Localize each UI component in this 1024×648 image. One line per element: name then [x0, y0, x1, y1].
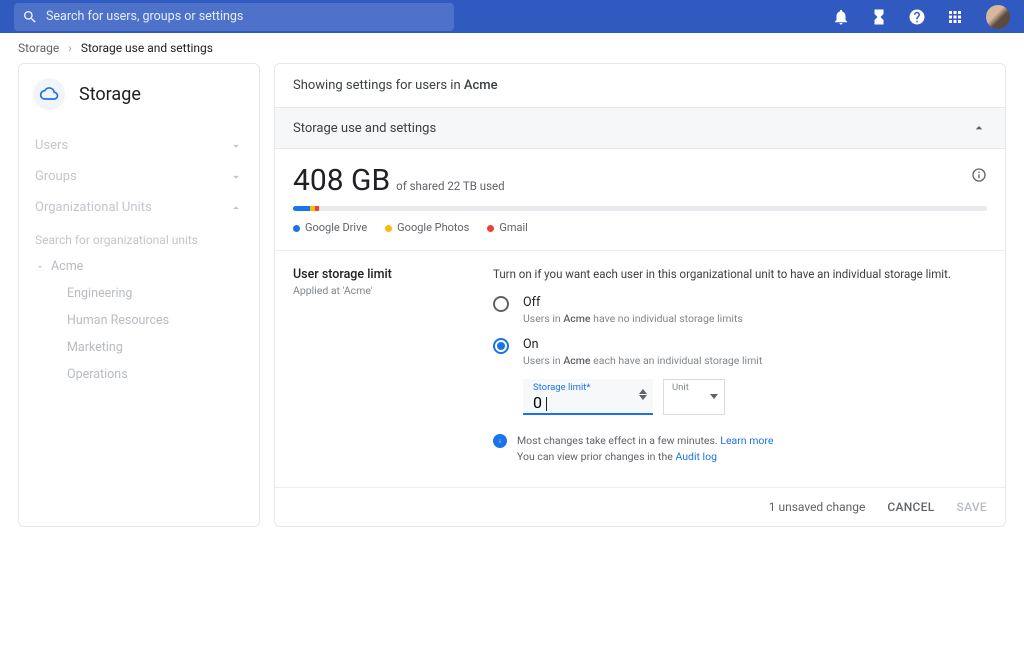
section-header[interactable]: Storage use and settings — [275, 108, 1005, 149]
legend-drive: Google Drive — [293, 221, 367, 234]
legend-gmail: Gmail — [487, 221, 527, 234]
tree-node-acme[interactable]: Acme — [33, 253, 245, 280]
user-storage-limit: User storage limit Applied at 'Acme' Tur… — [275, 251, 1005, 488]
radio-off-sub: Users in Acme have no individual storage… — [523, 312, 743, 325]
search-icon — [22, 9, 38, 25]
sidebar: Storage Users Groups Organizational Unit… — [18, 63, 260, 527]
chevron-up-icon — [229, 201, 243, 215]
tree-child-engineering[interactable]: Engineering — [33, 280, 245, 307]
radio-off-label: Off — [523, 295, 743, 310]
breadcrumb-sep: › — [68, 41, 72, 55]
triangle-down-icon — [35, 262, 45, 272]
storage-limit-label: Storage limit* — [533, 382, 590, 393]
save-button[interactable]: SAVE — [957, 500, 987, 514]
sidebar-header: Storage — [33, 78, 245, 110]
breadcrumb: Storage › Storage use and settings — [0, 33, 1024, 63]
cloud-icon — [33, 78, 65, 110]
radio-off[interactable] — [493, 296, 509, 312]
apps-icon[interactable] — [946, 8, 964, 26]
sidebar-title: Storage — [79, 84, 141, 105]
tree-child-hr[interactable]: Human Resources — [33, 307, 245, 334]
context-banner: Showing settings for users in Acme — [275, 64, 1005, 108]
storage-legend: Google Drive Google Photos Gmail — [293, 221, 987, 234]
breadcrumb-current: Storage use and settings — [81, 41, 213, 55]
radio-on[interactable] — [493, 338, 509, 354]
text-caret — [546, 397, 547, 411]
tree-child-marketing[interactable]: Marketing — [33, 334, 245, 361]
storage-sub: of shared 22 TB used — [396, 179, 504, 193]
audit-log-link[interactable]: Audit log — [675, 450, 717, 463]
storage-limit-value: 0 — [533, 393, 542, 412]
tree-child-operations[interactable]: Operations — [33, 361, 245, 388]
storage-bar — [293, 206, 987, 211]
storage-big: 408 GB — [293, 163, 390, 198]
dropdown-icon[interactable] — [710, 394, 718, 399]
unit-label: Unit — [672, 382, 689, 393]
info-badge-icon — [493, 434, 507, 448]
sidebar-cat-ou[interactable]: Organizational Units — [33, 192, 245, 223]
hourglass-icon[interactable] — [870, 8, 888, 26]
notifications-icon[interactable] — [832, 8, 850, 26]
avatar[interactable] — [986, 5, 1010, 29]
global-search[interactable] — [14, 3, 454, 31]
learn-more-link[interactable]: Learn more — [720, 434, 773, 447]
storage-limit-field[interactable]: Storage limit* 0 — [523, 379, 653, 415]
sidebar-cat-users[interactable]: Users — [33, 130, 245, 161]
spinner-up-icon[interactable] — [639, 389, 647, 394]
chevron-up-icon[interactable] — [971, 120, 987, 136]
unit-field[interactable]: Unit — [663, 379, 725, 415]
setting-title: User storage limit — [293, 267, 453, 282]
footer-bar: 1 unsaved change CANCEL SAVE — [275, 488, 1005, 526]
sidebar-search-ou[interactable]: Search for organizational units — [33, 223, 245, 253]
legend-photos: Google Photos — [385, 221, 469, 234]
radio-on-sub: Users in Acme each have an individual st… — [523, 354, 762, 367]
main-panel: Showing settings for users in Acme Stora… — [274, 63, 1006, 527]
help-icon[interactable] — [908, 8, 926, 26]
spinner-down-icon[interactable] — [639, 395, 647, 400]
info-icon[interactable] — [971, 167, 987, 187]
chevron-down-icon — [229, 139, 243, 153]
number-spinner[interactable] — [639, 389, 647, 400]
radio-on-row[interactable]: On Users in Acme each have an individual… — [493, 337, 987, 367]
radio-off-row[interactable]: Off Users in Acme have no individual sto… — [493, 295, 987, 325]
unsaved-status: 1 unsaved change — [769, 500, 866, 514]
setting-applied: Applied at 'Acme' — [293, 284, 453, 297]
search-input[interactable] — [46, 9, 446, 24]
chevron-down-icon — [229, 170, 243, 184]
topbar — [0, 0, 1024, 33]
context-org: Acme — [464, 78, 498, 93]
section-title: Storage use and settings — [293, 121, 436, 136]
sidebar-cat-groups[interactable]: Groups — [33, 161, 245, 192]
info-note: Most changes take effect in a few minute… — [493, 433, 987, 465]
setting-desc: Turn on if you want each user in this or… — [493, 267, 987, 281]
cancel-button[interactable]: CANCEL — [887, 500, 934, 514]
radio-on-label: On — [523, 337, 762, 352]
breadcrumb-root[interactable]: Storage — [18, 41, 59, 55]
storage-usage: 408 GB of shared 22 TB used Google Drive… — [275, 149, 1005, 251]
